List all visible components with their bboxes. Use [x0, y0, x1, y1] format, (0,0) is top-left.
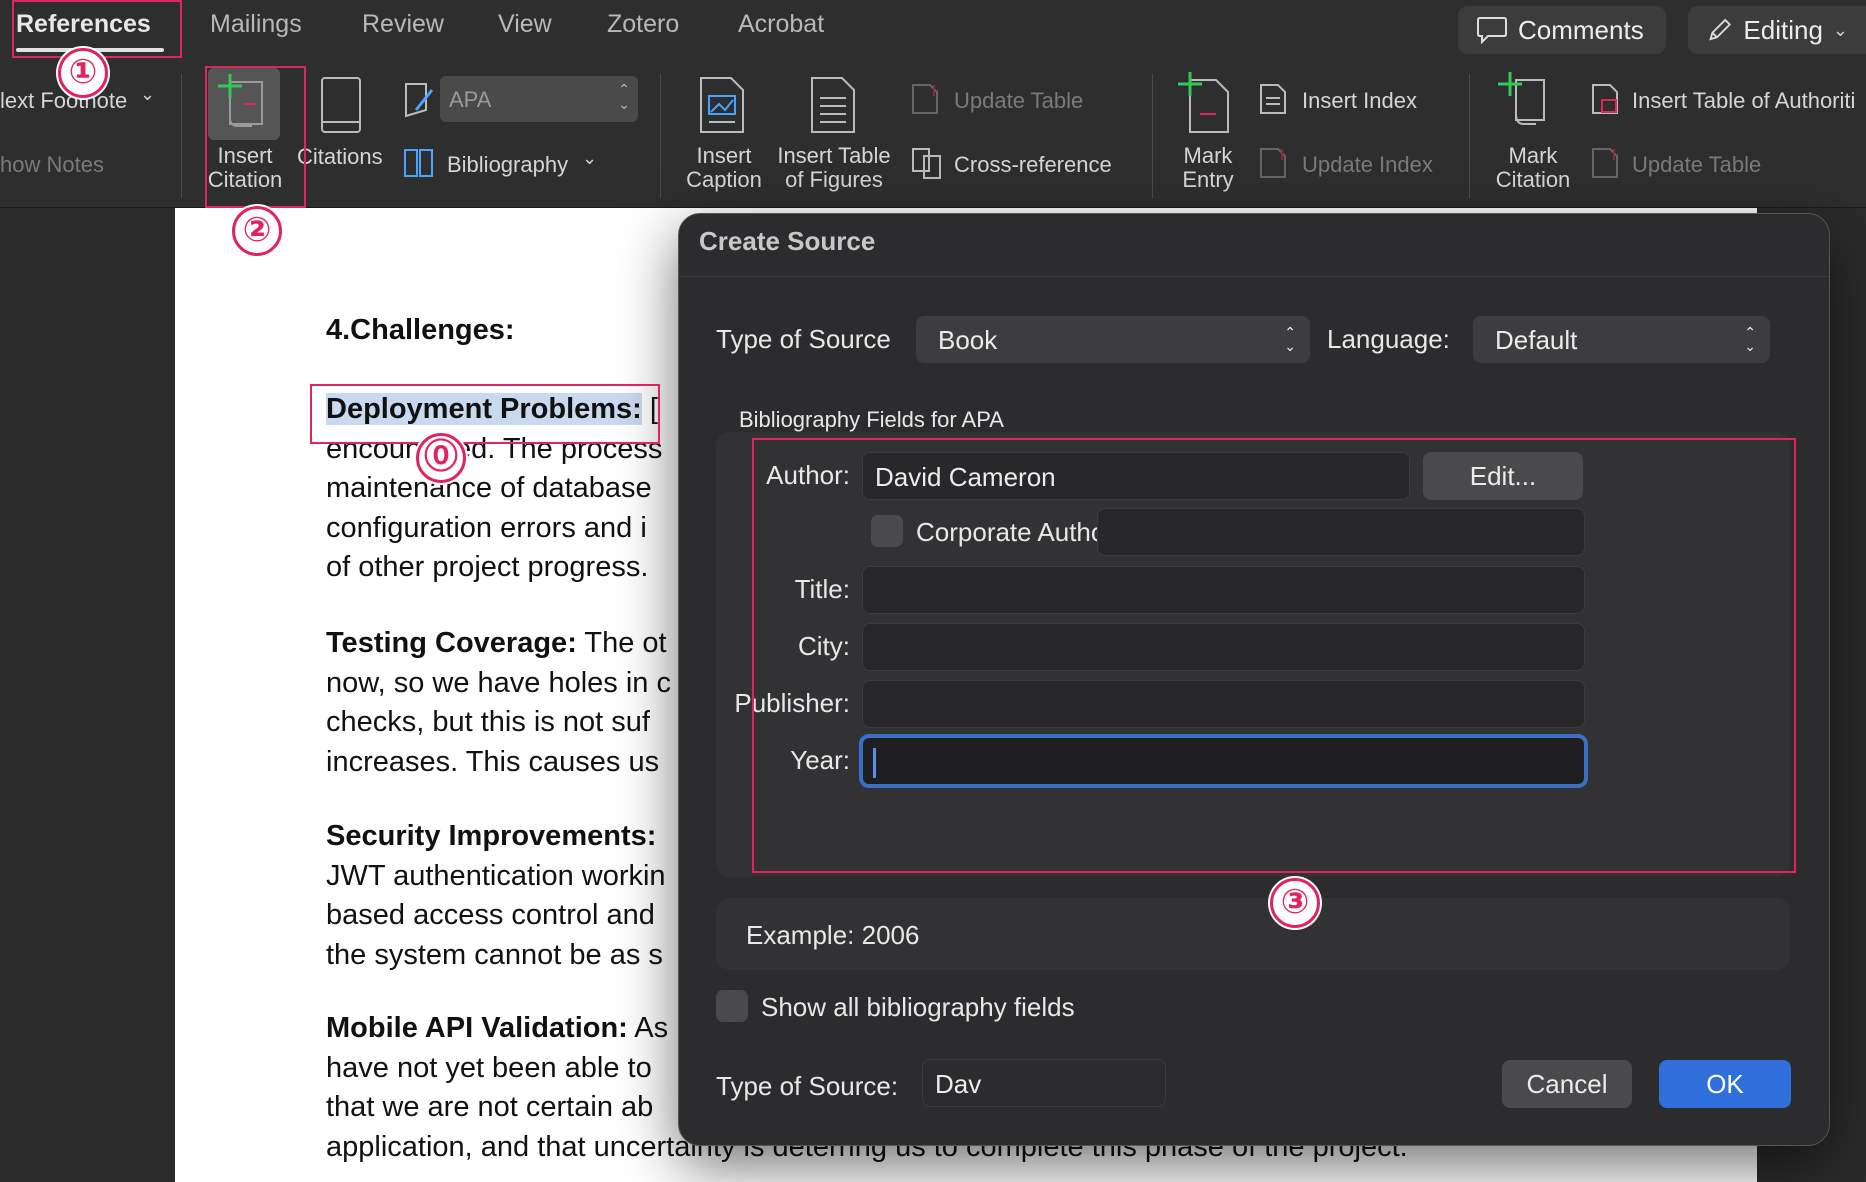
ribbon-separator [1152, 74, 1153, 198]
language-label: Language: [1327, 324, 1450, 354]
bibliography-button[interactable]: Bibliography [447, 152, 568, 178]
insert-index-button[interactable]: Insert Index [1302, 88, 1417, 114]
tab-view[interactable]: View [498, 10, 552, 39]
update-index-button[interactable]: Update Index [1302, 152, 1433, 178]
citations-label[interactable]: Citations [297, 144, 383, 170]
mark-citation-icon[interactable] [1496, 70, 1552, 141]
insert-caption-label[interactable]: Insert Caption [682, 144, 766, 192]
cross-reference-button[interactable]: Cross-reference [954, 152, 1112, 178]
updown-chevron-icon: ⌃ ⌄ [618, 81, 630, 112]
chevron-down-icon[interactable]: ⌄ [582, 148, 597, 169]
update-table-authorities-button[interactable]: Update Table [1632, 152, 1761, 178]
annotation-box-selected-text [310, 384, 660, 444]
paragraph-testing[interactable]: Testing Coverage: The ot now, so we have… [326, 624, 671, 782]
ribbon-separator [1469, 74, 1470, 198]
type-of-source-label: Type of Source [716, 324, 891, 354]
annotation-box-fields [752, 438, 1796, 873]
type-of-source-select[interactable]: Book ⌃ ⌄ [916, 316, 1310, 363]
comment-icon [1477, 17, 1507, 45]
editing-mode-button[interactable]: Editing ⌄ [1688, 6, 1866, 54]
tab-zotero[interactable]: Zotero [607, 10, 679, 39]
update-table-authorities-icon [1590, 146, 1620, 185]
annotation-marker-3: ③ [1270, 878, 1320, 928]
tag-value: Dav [935, 1069, 982, 1099]
tab-acrobat[interactable]: Acrobat [738, 10, 824, 39]
ribbon-separator [660, 74, 661, 198]
cancel-button[interactable]: Cancel [1502, 1060, 1632, 1108]
insert-table-of-authorities-icon [1590, 82, 1620, 121]
citations-icon[interactable] [318, 74, 364, 141]
updown-chevron-icon: ⌃ ⌄ [1284, 324, 1296, 354]
ribbon-separator [181, 74, 182, 198]
editing-label: Editing [1743, 14, 1823, 45]
insert-caption-icon[interactable] [697, 74, 747, 141]
show-all-fields-checkbox[interactable] [716, 990, 748, 1022]
ok-button[interactable]: OK [1659, 1060, 1791, 1108]
divider [679, 276, 1829, 277]
document-heading: 4.Challenges: [326, 314, 515, 346]
language-value: Default [1495, 325, 1578, 355]
update-table-icon [910, 82, 940, 121]
tab-mailings[interactable]: Mailings [210, 10, 302, 39]
insert-index-icon [1258, 82, 1288, 121]
show-all-fields-label: Show all bibliography fields [761, 992, 1075, 1022]
bibliography-fields-header: Bibliography Fields for APA [739, 407, 1004, 432]
show-notes-button[interactable]: how Notes [0, 152, 104, 178]
paragraph-security[interactable]: Security Improvements: JWT authenticatio… [326, 817, 666, 975]
annotation-marker-1: ① [58, 48, 108, 98]
citation-style-select[interactable]: APA ⌃ ⌄ [440, 76, 638, 122]
mark-citation-label[interactable]: Mark Citation [1489, 144, 1577, 192]
table-of-figures-icon[interactable] [808, 74, 858, 141]
insert-table-of-figures-label[interactable]: Insert Table of Figures [773, 144, 895, 192]
dialog-title: Create Source [699, 226, 876, 256]
language-select[interactable]: Default ⌃ ⌄ [1473, 316, 1770, 363]
comments-button[interactable]: Comments [1458, 6, 1666, 54]
insert-table-of-authorities-button[interactable]: Insert Table of Authoriti [1632, 88, 1855, 114]
chevron-down-icon[interactable]: ⌄ [140, 84, 155, 105]
mark-entry-label[interactable]: Mark Entry [1172, 144, 1244, 192]
chevron-down-icon: ⌄ [1832, 19, 1848, 40]
pencil-icon [1709, 18, 1732, 41]
update-index-icon [1258, 146, 1288, 185]
citation-style-icon [402, 80, 436, 125]
next-footnote-button[interactable]: lext Footnote [0, 88, 127, 114]
tag-field[interactable]: Dav [922, 1059, 1166, 1107]
bibliography-icon [402, 146, 436, 185]
comments-label: Comments [1518, 14, 1644, 45]
tab-review[interactable]: Review [362, 10, 444, 39]
example-panel: Example: 2006 [716, 898, 1790, 970]
annotation-box-insert-citation [205, 66, 306, 208]
updown-chevron-icon: ⌃ ⌄ [1744, 324, 1756, 354]
annotation-box-references-tab [12, 0, 182, 58]
citation-style-value: APA [449, 87, 492, 112]
tag-label: Type of Source: [716, 1071, 899, 1101]
update-table-captions-button[interactable]: Update Table [954, 88, 1083, 114]
mark-entry-icon[interactable] [1176, 70, 1232, 141]
cross-reference-icon [910, 146, 944, 185]
type-of-source-value: Book [938, 325, 998, 355]
example-text: Example: 2006 [746, 920, 920, 950]
annotation-marker-2: ② [232, 206, 282, 256]
annotation-marker-0: ⓪ [416, 433, 466, 483]
